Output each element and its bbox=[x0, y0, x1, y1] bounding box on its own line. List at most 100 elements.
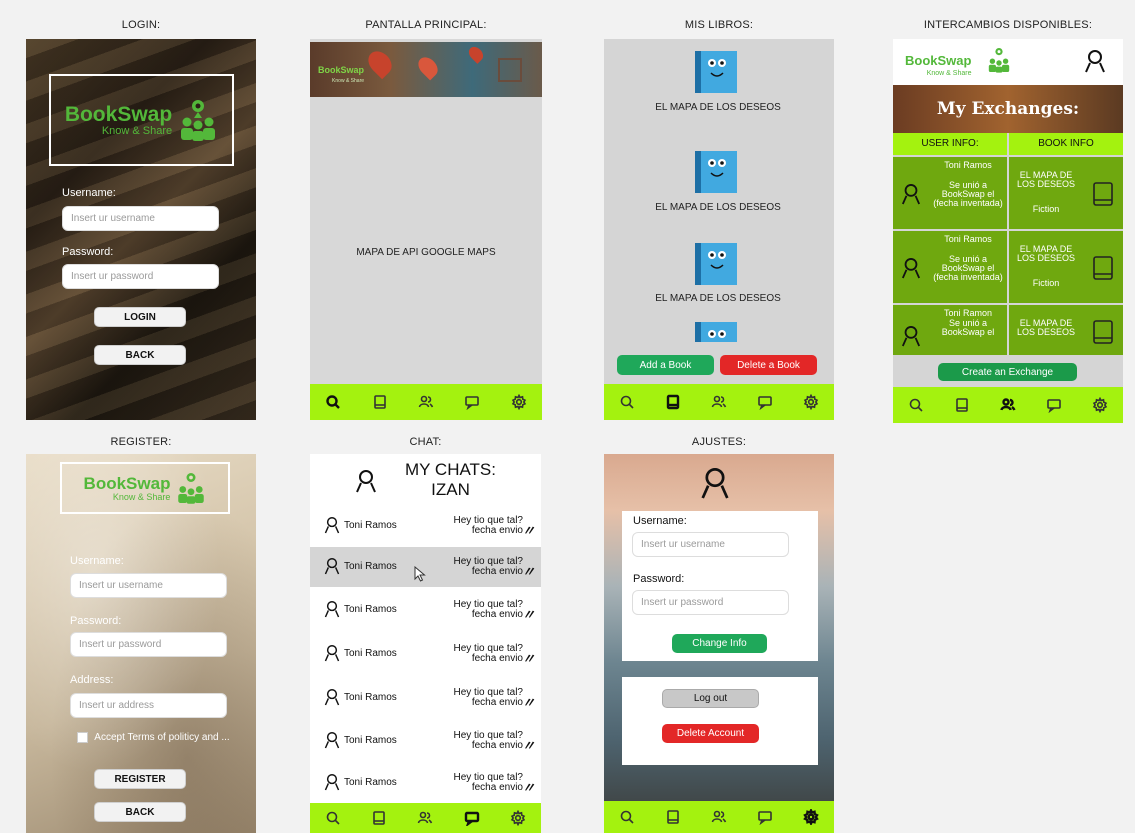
nav-search-icon[interactable] bbox=[618, 393, 636, 411]
exchange-book-title: EL MAPA DE LOS DESEOS bbox=[1016, 170, 1076, 189]
book-cover-icon[interactable] bbox=[691, 241, 741, 287]
nav-search-icon[interactable] bbox=[324, 393, 342, 411]
header-map-banner: BookSwap Know & Share bbox=[310, 42, 542, 97]
terms-checkbox[interactable] bbox=[77, 732, 88, 743]
register-button[interactable]: REGISTER bbox=[94, 769, 186, 789]
nav-users-icon[interactable] bbox=[417, 393, 435, 411]
exchanges-banner: My Exchanges: bbox=[893, 85, 1123, 133]
address-label: Address: bbox=[70, 674, 114, 686]
chat-row[interactable]: Toni Ramos Hey tio que tal? fecha envio 〃 bbox=[310, 590, 541, 630]
username-input[interactable]: Insert ur username bbox=[62, 206, 219, 231]
user-icon bbox=[324, 601, 340, 618]
account-actions-card: Log out Delete Account bbox=[622, 677, 818, 765]
chat-row[interactable]: Toni Ramos Hey tio que tal? fecha envio 〃 bbox=[310, 547, 541, 587]
user-icon[interactable] bbox=[1084, 49, 1106, 73]
exchange-user-info: Se unió a BookSwap el bbox=[941, 318, 995, 337]
exchange-book-title: EL MAPA DE LOS DESEOS bbox=[1016, 318, 1076, 337]
nav-users-icon[interactable] bbox=[999, 396, 1017, 414]
password-input[interactable]: Insert ur password bbox=[62, 264, 219, 289]
exchange-user-cell[interactable]: Toni Ramos Se unió a BookSwap el (fecha … bbox=[893, 157, 1007, 229]
exchanges-title: My Exchanges: bbox=[936, 99, 1080, 119]
chat-row[interactable]: Toni Ramos Hey tio que tal? fecha envio 〃 bbox=[310, 763, 541, 803]
read-receipt-icon: 〃 bbox=[522, 523, 536, 538]
user-icon bbox=[901, 257, 921, 279]
logo: BookSwap Know & Share bbox=[49, 74, 234, 166]
chat-date: fecha envio bbox=[471, 609, 523, 620]
exchange-book-cell[interactable]: EL MAPA DE LOS DESEOS Fiction bbox=[1009, 231, 1123, 303]
chat-contact-name: Toni Ramos bbox=[344, 560, 397, 572]
cursor-icon bbox=[414, 566, 426, 582]
user-icon bbox=[324, 689, 340, 706]
exchange-user-cell[interactable]: Toni Ramon Se unió a BookSwap el bbox=[893, 305, 1007, 355]
username-input[interactable]: Insert ur username bbox=[632, 532, 789, 557]
chat-date: fecha envio bbox=[471, 740, 523, 751]
add-book-button[interactable]: Add a Book bbox=[617, 355, 714, 375]
book-cover-icon[interactable] bbox=[691, 320, 741, 342]
chat-row[interactable]: Toni Ramos Hey tio que tal? fecha envio 〃 bbox=[310, 506, 541, 546]
exchange-book-cell[interactable]: EL MAPA DE LOS DESEOS bbox=[1009, 305, 1123, 355]
col-user-header: USER INFO: bbox=[893, 133, 1007, 155]
username-label: Username: bbox=[62, 187, 116, 199]
delete-account-button[interactable]: Delete Account bbox=[662, 724, 759, 743]
nav-search-icon[interactable] bbox=[618, 808, 636, 826]
password-label: Password: bbox=[633, 573, 685, 585]
chat-contact-name: Toni Ramos bbox=[344, 691, 397, 703]
chat-date: fecha envio bbox=[471, 525, 523, 536]
back-button[interactable]: BACK bbox=[94, 345, 186, 365]
user-icon[interactable] bbox=[355, 468, 377, 494]
nav-book-icon[interactable] bbox=[370, 809, 388, 827]
frame-label-principal: PANTALLA PRINCIPAL: bbox=[365, 19, 487, 31]
bottom-nav bbox=[310, 384, 542, 420]
chat-contact-name: Toni Ramos bbox=[344, 776, 397, 788]
map-placeholder[interactable]: MAPA DE API GOOGLE MAPS bbox=[310, 247, 542, 258]
book-icon bbox=[1093, 320, 1113, 344]
chat-row[interactable]: Toni Ramos Hey tio que tal? fecha envio 〃 bbox=[310, 678, 541, 718]
password-input[interactable]: Insert ur password bbox=[70, 632, 227, 657]
nav-gear-icon[interactable] bbox=[510, 393, 528, 411]
nav-gear-icon[interactable] bbox=[802, 393, 820, 411]
book-cover-icon[interactable] bbox=[691, 49, 741, 95]
profile-icon[interactable] bbox=[498, 58, 522, 82]
nav-chat-icon[interactable] bbox=[756, 393, 774, 411]
principal-screen: BookSwap Know & Share MAPA DE API GOOGLE… bbox=[310, 39, 542, 420]
chat-row[interactable]: Toni Ramos Hey tio que tal? fecha envio 〃 bbox=[310, 721, 541, 761]
login-button[interactable]: LOGIN bbox=[94, 307, 186, 327]
nav-book-icon[interactable] bbox=[953, 396, 971, 414]
exchange-user-cell[interactable]: Toni Ramos Se unió a BookSwap el (fecha … bbox=[893, 231, 1007, 303]
username-input[interactable]: Insert ur username bbox=[70, 573, 227, 598]
change-info-button[interactable]: Change Info bbox=[672, 634, 767, 653]
book-cover-icon[interactable] bbox=[691, 149, 741, 195]
read-receipt-icon: 〃 bbox=[522, 780, 536, 795]
delete-book-button[interactable]: Delete a Book bbox=[720, 355, 817, 375]
nav-gear-icon[interactable] bbox=[509, 809, 527, 827]
nav-chat-icon[interactable] bbox=[1045, 396, 1063, 414]
exchange-book-cell[interactable]: EL MAPA DE LOS DESEOS Fiction bbox=[1009, 157, 1123, 229]
nav-book-icon[interactable] bbox=[664, 808, 682, 826]
nav-book-icon[interactable] bbox=[664, 393, 682, 411]
nav-gear-icon[interactable] bbox=[1091, 396, 1109, 414]
book-title: EL MAPA DE LOS DESEOS bbox=[655, 293, 781, 304]
frame-label-register: REGISTER: bbox=[110, 436, 172, 448]
nav-book-icon[interactable] bbox=[371, 393, 389, 411]
bottom-nav bbox=[604, 384, 834, 420]
nav-chat-icon[interactable] bbox=[463, 809, 481, 827]
chat-screen: MY CHATS: IZAN Toni Ramos Hey tio que ta… bbox=[310, 454, 541, 833]
chat-date: fecha envio bbox=[471, 697, 523, 708]
nav-search-icon[interactable] bbox=[324, 809, 342, 827]
nav-chat-icon[interactable] bbox=[463, 393, 481, 411]
chat-row[interactable]: Toni Ramos Hey tio que tal? fecha envio 〃 bbox=[310, 634, 541, 674]
logout-button[interactable]: Log out bbox=[662, 689, 759, 708]
address-input[interactable]: Insert ur address bbox=[70, 693, 227, 718]
nav-chat-icon[interactable] bbox=[756, 808, 774, 826]
nav-users-icon[interactable] bbox=[416, 809, 434, 827]
intercambios-screen: BookSwap Know & Share My Exchanges: USER… bbox=[893, 39, 1123, 423]
user-icon[interactable] bbox=[700, 466, 730, 500]
register-screen: BookSwap Know & Share Username: Insert u… bbox=[26, 454, 256, 833]
back-button[interactable]: BACK bbox=[94, 802, 186, 822]
nav-users-icon[interactable] bbox=[710, 393, 728, 411]
nav-users-icon[interactable] bbox=[710, 808, 728, 826]
nav-search-icon[interactable] bbox=[907, 396, 925, 414]
nav-gear-icon[interactable] bbox=[802, 808, 820, 826]
create-exchange-button[interactable]: Create an Exchange bbox=[938, 363, 1077, 381]
password-input[interactable]: Insert ur password bbox=[632, 590, 789, 615]
